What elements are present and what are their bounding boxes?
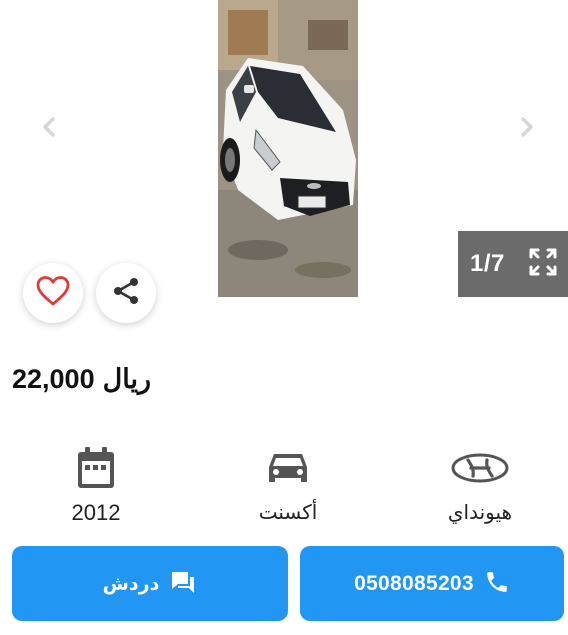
spec-model-value: أكسنت [258, 500, 318, 524]
chat-icon [169, 569, 197, 599]
share-icon [111, 276, 141, 310]
image-counter-bar: 1/7 [458, 231, 568, 297]
expand-icon [527, 246, 559, 282]
spec-model: أكسنت [218, 444, 358, 524]
previous-image-button[interactable] [34, 114, 64, 144]
favorite-button[interactable] [23, 263, 83, 323]
chat-button-label: دردش [102, 572, 160, 595]
spec-year-value: 2012 [71, 500, 121, 525]
fullscreen-button[interactable] [527, 246, 559, 282]
phone-icon [484, 569, 510, 599]
spec-brand: هيونداي [410, 444, 550, 524]
image-counter: 1/7 [470, 250, 505, 277]
hyundai-logo-icon [450, 444, 510, 492]
chat-button[interactable]: دردش [12, 546, 288, 621]
share-button[interactable] [96, 263, 156, 323]
spec-year: 2012 [26, 444, 166, 526]
heart-icon [36, 276, 70, 310]
calendar-icon [76, 444, 116, 492]
image-gallery[interactable]: 1/7 [0, 0, 568, 323]
price-currency: ريال [102, 364, 151, 394]
chevron-right-icon [518, 116, 536, 142]
price-value: 22,000 [12, 364, 95, 394]
listing-price: ريال 22,000 [12, 364, 151, 395]
call-button[interactable]: 0508085203 [300, 546, 564, 621]
phone-number: 0508085203 [354, 571, 474, 595]
car-icon [266, 444, 310, 492]
spec-brand-value: هيونداي [447, 500, 513, 524]
chevron-left-icon [40, 116, 58, 142]
car-photo[interactable] [218, 0, 358, 297]
next-image-button[interactable] [512, 114, 542, 144]
